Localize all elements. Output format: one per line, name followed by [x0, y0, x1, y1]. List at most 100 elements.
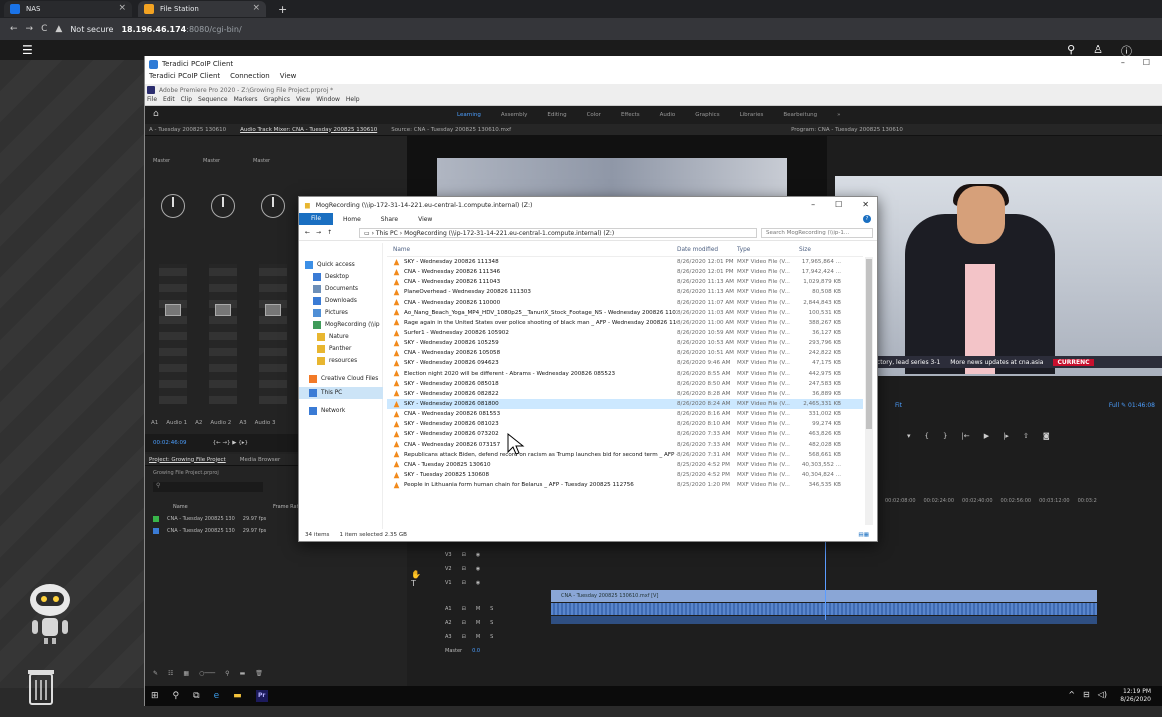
file-row[interactable]: Ao_Nang_Beach_Yoga_MP4_HDV_1080p25__Tanu… — [387, 308, 863, 318]
robot-assistant-icon[interactable] — [22, 582, 78, 646]
eye-icon[interactable]: ◉ — [476, 566, 480, 572]
nav-item-network[interactable]: Network — [299, 405, 383, 417]
mute-button[interactable]: M — [476, 620, 480, 626]
file-row[interactable]: CNA - Wednesday 200826 111043 8/26/2020 1… — [387, 277, 863, 287]
sync-lock-icon[interactable]: ⊟ — [462, 566, 466, 572]
camera-icon[interactable]: ◙ — [1043, 432, 1050, 444]
file-row[interactable]: CNA - Wednesday 200826 110000 8/26/2020 1… — [387, 298, 863, 308]
nav-item-this-pc[interactable]: This PC — [299, 387, 383, 399]
timeline-track-v2[interactable]: V2 ⊟ ◉ — [445, 564, 480, 574]
file-row[interactable]: Rage again in the United States over pol… — [387, 318, 863, 328]
file-row[interactable]: SKY - Wednesday 200826 082822 8/26/2020 8… — [387, 389, 863, 399]
new-tab-button[interactable]: + — [278, 3, 287, 16]
eye-icon[interactable]: ◉ — [476, 552, 480, 558]
menu-item-view[interactable]: View — [280, 72, 297, 84]
close-icon[interactable]: ✕ — [862, 200, 869, 209]
tab-source-monitor[interactable]: Source: CNA - Tuesday 200825 130610.mxf — [391, 127, 511, 133]
file-row[interactable]: CNA - Tuesday 200825 130610 8/25/2020 4:5… — [387, 460, 863, 470]
project-item[interactable]: CNA - Tuesday 200825 130 29.97 fps — [153, 526, 303, 536]
file-row[interactable]: SKY - Wednesday 200826 111348 8/26/2020 1… — [387, 257, 863, 267]
nav-item-creative-cloud-files[interactable]: Creative Cloud Files — [299, 373, 383, 385]
trash-icon[interactable] — [26, 666, 56, 706]
home-icon[interactable]: ⌂ — [153, 109, 159, 119]
pan-knob[interactable] — [161, 194, 185, 218]
list-view-icon[interactable]: ☷ — [168, 670, 173, 677]
pan-knob[interactable] — [261, 194, 285, 218]
timeline-track-a3[interactable]: A3 ⊟ M S — [445, 632, 493, 642]
nav-item-mogrecording-ip[interactable]: MogRecording (\\ip — [299, 319, 383, 331]
menu-file[interactable]: File — [147, 96, 157, 105]
close-icon[interactable]: × — [252, 3, 260, 13]
file-row[interactable]: SKY - Tuesday 200825 130608 8/25/2020 4:5… — [387, 470, 863, 480]
maximize-icon[interactable]: ☐ — [1143, 58, 1150, 67]
ribbon-tab-share[interactable]: Share — [371, 216, 408, 223]
timeline-track-a2[interactable]: A2 ⊟ M S — [445, 618, 493, 628]
step-back-icon[interactable]: |← — [961, 432, 969, 444]
more-workspaces[interactable]: » — [837, 112, 840, 118]
project-item[interactable]: CNA - Tuesday 200825 130 29.97 fps — [153, 514, 303, 524]
tab-program-monitor[interactable]: Program: CNA - Tuesday 200825 130610 — [791, 127, 903, 133]
file-row[interactable]: Surfer1 - Wednesday 200826 105902 8/26/20… — [387, 328, 863, 338]
workspace-effects[interactable]: Effects — [621, 112, 640, 118]
search-icon[interactable]: ⚲ — [173, 691, 180, 701]
play-icon[interactable]: ▶ — [984, 432, 989, 444]
forward-arrow-icon[interactable]: → — [26, 24, 34, 34]
solo-button[interactable]: S — [490, 606, 493, 612]
trash-icon[interactable]: 🗑 — [255, 670, 263, 677]
chevron-up-icon[interactable]: ^ — [1068, 690, 1075, 699]
workspace-assembly[interactable]: Assembly — [501, 112, 528, 118]
volume-fader[interactable] — [159, 264, 187, 404]
wrench-icon[interactable]: ✎ — [1121, 402, 1126, 409]
forward-arrow-icon[interactable]: → — [316, 229, 321, 236]
close-icon[interactable]: × — [118, 3, 126, 13]
col-header-frame-rate[interactable]: Frame Rat — [273, 504, 299, 510]
file-row[interactable]: People in Lithuania form human chain for… — [387, 480, 863, 490]
new-bin-icon[interactable]: ▬ — [240, 670, 246, 677]
timeline-track-master[interactable]: Master 0.0 — [445, 646, 480, 656]
pencil-icon[interactable]: ✎ — [153, 670, 158, 677]
mark-in-icon[interactable]: ▾ — [907, 432, 911, 444]
zoom-slider[interactable]: ○─── — [199, 670, 215, 677]
tab-nas[interactable]: NAS × — [4, 1, 132, 17]
ribbon-tab-view[interactable]: View — [408, 216, 442, 223]
mute-button[interactable]: M — [476, 634, 480, 640]
ribbon-tab-home[interactable]: Home — [333, 216, 371, 223]
timeline-audio-clip[interactable] — [551, 603, 1097, 615]
col-header-type[interactable]: Type — [737, 247, 799, 253]
workspace-graphics[interactable]: Graphics — [695, 112, 719, 118]
nav-item-resources[interactable]: resources — [299, 355, 383, 367]
menu-markers[interactable]: Markers — [234, 96, 258, 105]
file-row[interactable]: SKY - Wednesday 200826 094623 8/26/2020 9… — [387, 358, 863, 368]
col-header-size[interactable]: Size — [799, 247, 849, 253]
explorer-address-field[interactable]: ▭ › This PC › MogRecording (\\ip-172-31-… — [359, 228, 757, 238]
edge-browser-icon[interactable]: e — [214, 691, 220, 701]
tab-media-browser[interactable]: Media Browser — [240, 457, 281, 463]
premiere-taskbar-icon[interactable]: Pr — [255, 690, 268, 702]
menu-graphics[interactable]: Graphics — [264, 96, 291, 105]
lift-icon[interactable]: ⇧ — [1023, 432, 1029, 444]
menu-edit[interactable]: Edit — [163, 96, 175, 105]
timeline-audio-clip[interactable] — [551, 616, 1097, 624]
fader-handle[interactable] — [165, 304, 181, 316]
taskbar-clock[interactable]: 12:19 PM 8/26/2020 — [1120, 688, 1151, 704]
back-arrow-icon[interactable]: ← — [305, 229, 310, 236]
timeline-track-a1[interactable]: A1 ⊟ M S — [445, 604, 493, 614]
sync-lock-icon[interactable]: ⊟ — [462, 634, 466, 640]
network-icon[interactable]: ⊟ — [1083, 690, 1090, 699]
file-row[interactable]: CNA - Wednesday 200826 111346 8/26/2020 1… — [387, 267, 863, 277]
workspace-libraries[interactable]: Libraries — [740, 112, 764, 118]
help-icon[interactable]: ? — [863, 215, 871, 223]
file-explorer-icon[interactable]: ▬ — [233, 691, 242, 701]
file-row[interactable]: CNA - Wednesday 200826 073157 8/26/2020 7… — [387, 440, 863, 450]
menu-sequence[interactable]: Sequence — [198, 96, 228, 105]
details-view-icon[interactable]: ▤▦ — [858, 532, 869, 538]
menu-item-teradici[interactable]: Teradici PCoIP Client — [149, 72, 220, 84]
tab-sequence[interactable]: A - Tuesday 200825 130610 — [149, 127, 226, 133]
zoom-fit-select[interactable]: Fit — [895, 402, 902, 414]
nav-item-nature[interactable]: Nature — [299, 331, 383, 343]
file-list-scrollbar[interactable] — [865, 257, 873, 525]
volume-icon[interactable]: ◁) — [1098, 690, 1107, 699]
task-view-icon[interactable]: ⧉ — [193, 691, 199, 701]
timeline-video-clip[interactable]: CNA - Tuesday 200825 130610.mxf [V] — [551, 590, 1097, 602]
minimize-icon[interactable]: – — [1121, 58, 1125, 67]
